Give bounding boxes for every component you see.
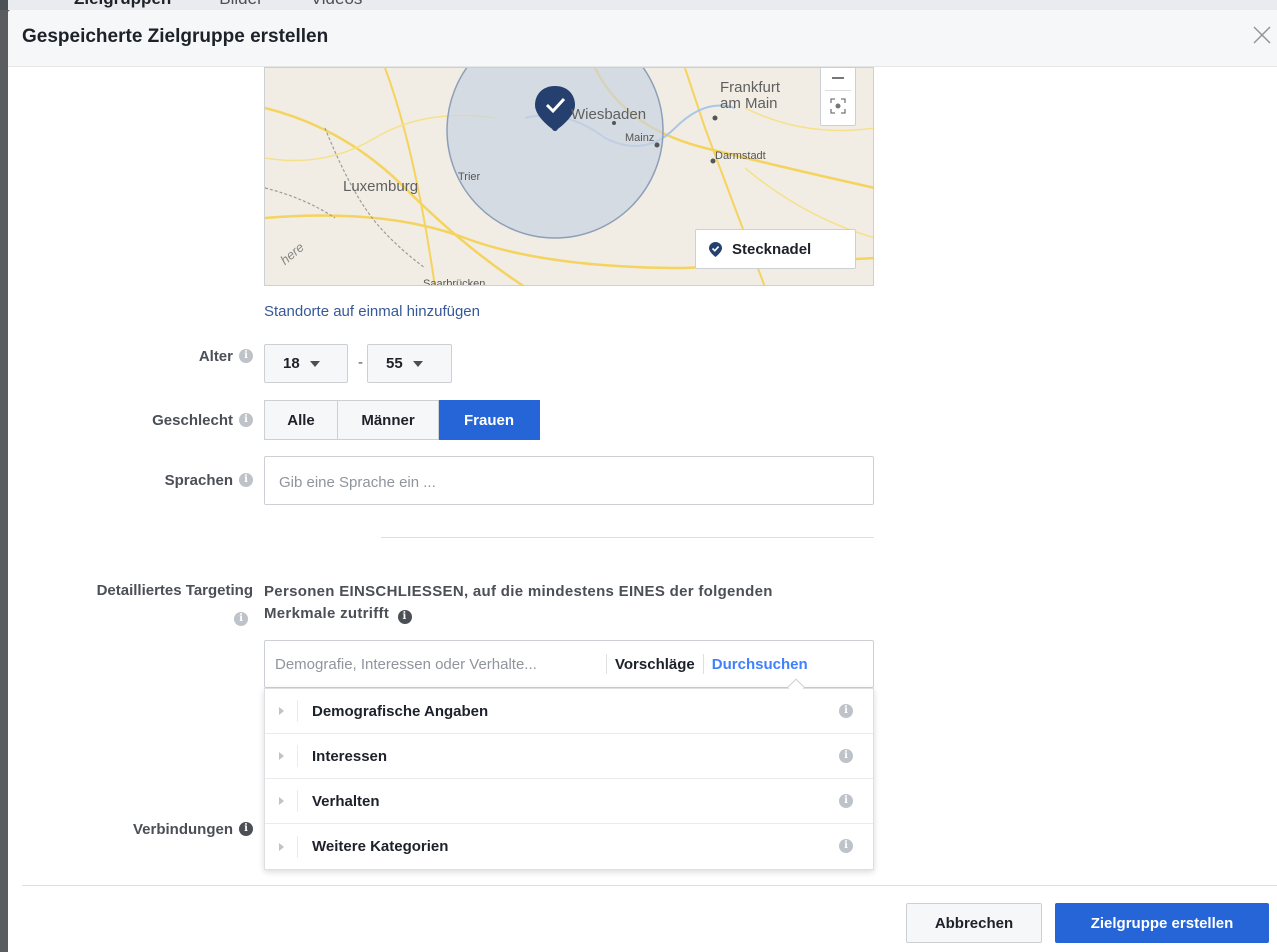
section-divider <box>381 537 874 538</box>
category-label: Weitere Kategorien <box>312 838 449 855</box>
pin-icon <box>709 241 722 257</box>
languages-label-row: Sprachen i <box>68 469 253 491</box>
category-label: Verhalten <box>312 792 380 810</box>
category-demografische-angaben[interactable]: Demografische Angaben i <box>265 689 873 734</box>
description-info-icon[interactable]: i <box>397 610 412 624</box>
suggestions-button[interactable]: Vorschläge <box>615 656 695 673</box>
detailed-targeting-description: Personen EINSCHLIESSEN, auf die mindeste… <box>264 583 773 624</box>
map-label-am-main: am Main <box>720 95 778 112</box>
gender-option-alle[interactable]: Alle <box>264 400 338 440</box>
dialog-title: Gespeicherte Zielgruppe erstellen <box>22 26 329 47</box>
detailed-targeting-label-row: Detailliertes Targeting <box>18 579 253 601</box>
age-separator: - <box>358 354 363 371</box>
chevron-down-icon <box>309 360 320 367</box>
pin-drop-button[interactable]: Stecknadel <box>695 229 856 269</box>
detailed-targeting-search-field[interactable]: Demografie, Interessen oder Verhalte... … <box>264 640 874 688</box>
language-input[interactable]: Gib eine Sprache ein ... <box>264 456 874 505</box>
connections-info-icon[interactable]: i <box>239 822 253 836</box>
connections-label: Verbindungen <box>132 820 233 838</box>
age-label: Alter <box>198 347 233 365</box>
cancel-button[interactable]: Abbrechen <box>906 903 1042 943</box>
category-info-icon[interactable]: i <box>839 794 853 808</box>
expand-arrow-icon <box>279 797 284 805</box>
create-audience-dialog: Gespeicherte Zielgruppe erstellen Frankf… <box>8 10 1277 952</box>
expand-arrow-icon <box>279 707 284 715</box>
tab-zielgruppen[interactable]: Zielgruppen <box>74 0 171 9</box>
map-label-luxemburg: Luxemburg <box>343 178 419 195</box>
add-locations-bulk-link[interactable]: Standorte auf einmal hinzufügen <box>264 303 480 320</box>
category-info-icon[interactable]: i <box>839 839 853 853</box>
age-max-value: 55 <box>386 355 403 372</box>
age-info-icon[interactable]: i <box>239 349 253 363</box>
map-label-trier: Trier <box>458 171 481 183</box>
expand-arrow-icon <box>279 842 284 851</box>
dialog-header: Gespeicherte Zielgruppe erstellen <box>8 10 1277 67</box>
recenter-icon[interactable] <box>830 98 846 114</box>
map-zoom-controls <box>820 68 856 126</box>
browse-button[interactable]: Durchsuchen <box>712 656 808 673</box>
detailed-targeting-info-icon[interactable]: i <box>234 612 248 626</box>
pin-button-label: Stecknadel <box>732 240 812 258</box>
category-verhalten[interactable]: Verhalten i <box>265 779 873 824</box>
background-tab-bar: Zielgruppen Bilder Videos <box>0 0 1277 10</box>
detailed-targeting-placeholder: Demografie, Interessen oder Verhalte... <box>275 655 537 673</box>
category-label: Interessen <box>312 747 388 765</box>
category-weitere-kategorien[interactable]: Weitere Kategorien i <box>265 824 873 869</box>
category-info-icon[interactable]: i <box>839 704 853 718</box>
map-label-wiesbaden: Wiesbaden <box>571 106 647 123</box>
map-label-mainz: Mainz <box>625 132 655 144</box>
location-map[interactable]: Frankfurt am Main Wiesbaden Mainz Darmst… <box>264 67 874 286</box>
gender-option-maenner[interactable]: Männer <box>338 400 439 440</box>
map-label-saarbruecken: Saarbrücken <box>423 278 486 286</box>
languages-info-icon[interactable]: i <box>239 473 253 487</box>
category-label: Demografische Angaben <box>312 702 489 720</box>
gender-info-icon[interactable]: i <box>239 413 253 427</box>
dialog-content: Frankfurt am Main Wiesbaden Mainz Darmst… <box>8 67 1277 952</box>
age-min-select[interactable]: 18 <box>264 344 348 383</box>
category-interessen[interactable]: Interessen i <box>265 734 873 779</box>
footer-divider <box>22 885 1277 886</box>
close-icon[interactable] <box>1249 22 1275 48</box>
languages-label: Sprachen <box>164 471 233 489</box>
tab-videos[interactable]: Videos <box>311 0 363 9</box>
age-min-value: 18 <box>283 355 300 372</box>
gender-label-row: Geschlecht i <box>68 409 253 431</box>
connections-label-row: Verbindungen i <box>48 818 253 840</box>
tab-bilder[interactable]: Bilder <box>219 0 262 9</box>
expand-arrow-icon <box>279 752 284 760</box>
browse-category-list: Demografische Angaben i Interessen i Ver… <box>264 688 874 870</box>
chevron-down-icon <box>412 360 423 367</box>
back-arrow-icon <box>0 0 8 10</box>
detailed-targeting-label: Detailliertes Targeting <box>96 581 253 599</box>
gender-label: Geschlecht <box>152 411 233 429</box>
age-label-row: Alter i <box>128 345 253 367</box>
map-label-frankfurt: Frankfurt <box>720 79 781 96</box>
create-audience-button[interactable]: Zielgruppe erstellen <box>1055 903 1269 943</box>
gender-segmented-control: Alle Männer Frauen <box>264 400 540 440</box>
gender-option-frauen[interactable]: Frauen <box>439 400 540 440</box>
age-max-select[interactable]: 55 <box>367 344 452 383</box>
zoom-out-icon[interactable] <box>832 77 844 79</box>
map-label-darmstadt: Darmstadt <box>715 150 766 162</box>
category-info-icon[interactable]: i <box>839 749 853 763</box>
